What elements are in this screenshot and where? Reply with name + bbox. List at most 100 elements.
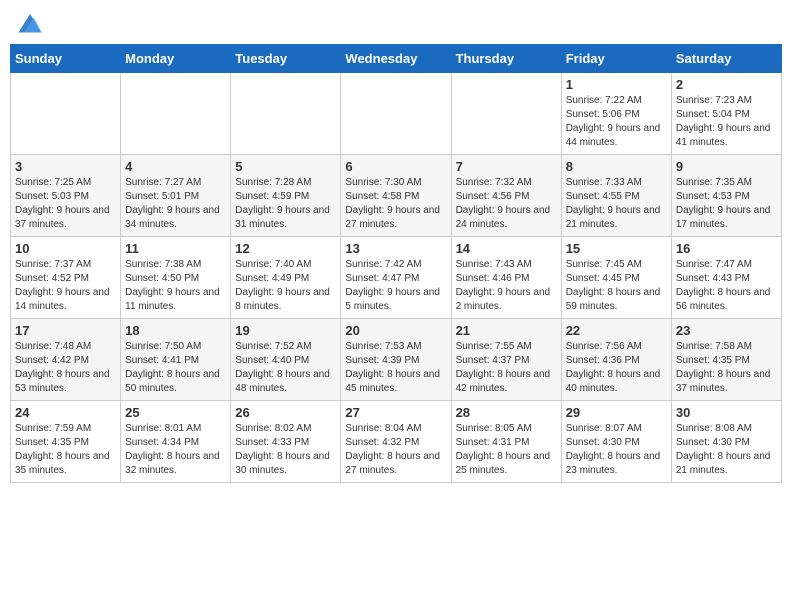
day-info: Sunrise: 8:07 AM Sunset: 4:30 PM Dayligh… — [566, 422, 667, 478]
calendar-cell: 21 Sunrise: 7:55 AM Sunset: 4:37 PM Dayli… — [451, 319, 561, 401]
calendar-header-thursday: Thursday — [451, 45, 561, 73]
day-info: Sunrise: 7:23 AM Sunset: 5:04 PM Dayligh… — [676, 94, 777, 150]
day-info: Sunrise: 7:48 AM Sunset: 4:42 PM Dayligh… — [15, 340, 116, 396]
calendar-cell: 29 Sunrise: 8:07 AM Sunset: 4:30 PM Dayli… — [561, 401, 671, 483]
calendar-cell: 28 Sunrise: 8:05 AM Sunset: 4:31 PM Dayli… — [451, 401, 561, 483]
day-info: Sunrise: 7:52 AM Sunset: 4:40 PM Dayligh… — [235, 340, 336, 396]
day-number: 29 — [566, 405, 667, 420]
calendar-week-4: 17 Sunrise: 7:48 AM Sunset: 4:42 PM Dayli… — [11, 319, 782, 401]
calendar-cell — [231, 73, 341, 155]
day-info: Sunrise: 7:59 AM Sunset: 4:35 PM Dayligh… — [15, 422, 116, 478]
day-number: 18 — [125, 323, 226, 338]
calendar-cell: 2 Sunrise: 7:23 AM Sunset: 5:04 PM Daylig… — [671, 73, 781, 155]
calendar-week-5: 24 Sunrise: 7:59 AM Sunset: 4:35 PM Dayli… — [11, 401, 782, 483]
day-number: 15 — [566, 241, 667, 256]
calendar-cell: 13 Sunrise: 7:42 AM Sunset: 4:47 PM Dayli… — [341, 237, 451, 319]
calendar-header-wednesday: Wednesday — [341, 45, 451, 73]
calendar-cell: 20 Sunrise: 7:53 AM Sunset: 4:39 PM Dayli… — [341, 319, 451, 401]
calendar-cell: 4Sunrise: 7:27 AM Sunset: 5:01 PM Daylig… — [121, 155, 231, 237]
day-info: Sunrise: 7:47 AM Sunset: 4:43 PM Dayligh… — [676, 258, 777, 314]
calendar-cell: 10 Sunrise: 7:37 AM Sunset: 4:52 PM Dayli… — [11, 237, 121, 319]
calendar-header-saturday: Saturday — [671, 45, 781, 73]
day-number: 25 — [125, 405, 226, 420]
day-number: 24 — [15, 405, 116, 420]
day-number: 11 — [125, 241, 226, 256]
day-number: 6 — [345, 159, 446, 174]
day-number: 3 — [15, 159, 116, 174]
day-number: 7 — [456, 159, 557, 174]
calendar-header-monday: Monday — [121, 45, 231, 73]
day-info: Sunrise: 8:04 AM Sunset: 4:32 PM Dayligh… — [345, 422, 446, 478]
calendar-cell: 14Sunrise: 7:43 AM Sunset: 4:46 PM Dayli… — [451, 237, 561, 319]
calendar-cell: 1 Sunrise: 7:22 AM Sunset: 5:06 PM Daylig… — [561, 73, 671, 155]
calendar-cell: 11Sunrise: 7:38 AM Sunset: 4:50 PM Dayli… — [121, 237, 231, 319]
calendar-cell: 15 Sunrise: 7:45 AM Sunset: 4:45 PM Dayli… — [561, 237, 671, 319]
day-number: 23 — [676, 323, 777, 338]
day-info: Sunrise: 7:42 AM Sunset: 4:47 PM Dayligh… — [345, 258, 446, 314]
day-info: Sunrise: 7:53 AM Sunset: 4:39 PM Dayligh… — [345, 340, 446, 396]
calendar-cell: 30 Sunrise: 8:08 AM Sunset: 4:30 PM Dayli… — [671, 401, 781, 483]
day-number: 16 — [676, 241, 777, 256]
logo — [18, 14, 44, 34]
calendar-week-2: 3 Sunrise: 7:25 AM Sunset: 5:03 PM Daylig… — [11, 155, 782, 237]
day-info: Sunrise: 7:40 AM Sunset: 4:49 PM Dayligh… — [235, 258, 336, 314]
calendar-cell: 18 Sunrise: 7:50 AM Sunset: 4:41 PM Dayli… — [121, 319, 231, 401]
day-number: 1 — [566, 77, 667, 92]
logo-icon — [18, 14, 42, 34]
calendar-cell: 22 Sunrise: 7:56 AM Sunset: 4:36 PM Dayli… — [561, 319, 671, 401]
day-number: 13 — [345, 241, 446, 256]
calendar-cell — [11, 73, 121, 155]
day-number: 8 — [566, 159, 667, 174]
day-info: Sunrise: 7:25 AM Sunset: 5:03 PM Dayligh… — [15, 176, 116, 232]
day-info: Sunrise: 8:01 AM Sunset: 4:34 PM Dayligh… — [125, 422, 226, 478]
page-header — [10, 10, 782, 38]
calendar-cell: 3 Sunrise: 7:25 AM Sunset: 5:03 PM Daylig… — [11, 155, 121, 237]
day-info: Sunrise: 7:45 AM Sunset: 4:45 PM Dayligh… — [566, 258, 667, 314]
calendar-table: SundayMondayTuesdayWednesdayThursdayFrid… — [10, 44, 782, 483]
day-info: Sunrise: 7:37 AM Sunset: 4:52 PM Dayligh… — [15, 258, 116, 314]
calendar-cell — [451, 73, 561, 155]
day-number: 10 — [15, 241, 116, 256]
day-info: Sunrise: 7:28 AM Sunset: 4:59 PM Dayligh… — [235, 176, 336, 232]
day-number: 28 — [456, 405, 557, 420]
calendar-cell: 16 Sunrise: 7:47 AM Sunset: 4:43 PM Dayli… — [671, 237, 781, 319]
day-number: 2 — [676, 77, 777, 92]
day-number: 26 — [235, 405, 336, 420]
calendar-cell: 25 Sunrise: 8:01 AM Sunset: 4:34 PM Dayli… — [121, 401, 231, 483]
day-info: Sunrise: 7:58 AM Sunset: 4:35 PM Dayligh… — [676, 340, 777, 396]
day-number: 19 — [235, 323, 336, 338]
day-number: 9 — [676, 159, 777, 174]
calendar-header-friday: Friday — [561, 45, 671, 73]
day-info: Sunrise: 7:55 AM Sunset: 4:37 PM Dayligh… — [456, 340, 557, 396]
day-info: Sunrise: 8:02 AM Sunset: 4:33 PM Dayligh… — [235, 422, 336, 478]
calendar-week-1: 1 Sunrise: 7:22 AM Sunset: 5:06 PM Daylig… — [11, 73, 782, 155]
calendar-cell: 23 Sunrise: 7:58 AM Sunset: 4:35 PM Dayli… — [671, 319, 781, 401]
day-number: 5 — [235, 159, 336, 174]
calendar-header-tuesday: Tuesday — [231, 45, 341, 73]
calendar-cell: 7Sunrise: 7:32 AM Sunset: 4:56 PM Daylig… — [451, 155, 561, 237]
day-info: Sunrise: 7:50 AM Sunset: 4:41 PM Dayligh… — [125, 340, 226, 396]
day-info: Sunrise: 7:22 AM Sunset: 5:06 PM Dayligh… — [566, 94, 667, 150]
day-info: Sunrise: 7:35 AM Sunset: 4:53 PM Dayligh… — [676, 176, 777, 232]
day-number: 21 — [456, 323, 557, 338]
day-info: Sunrise: 8:05 AM Sunset: 4:31 PM Dayligh… — [456, 422, 557, 478]
calendar-cell: 17 Sunrise: 7:48 AM Sunset: 4:42 PM Dayli… — [11, 319, 121, 401]
day-info: Sunrise: 8:08 AM Sunset: 4:30 PM Dayligh… — [676, 422, 777, 478]
day-number: 17 — [15, 323, 116, 338]
day-info: Sunrise: 7:33 AM Sunset: 4:55 PM Dayligh… — [566, 176, 667, 232]
day-info: Sunrise: 7:30 AM Sunset: 4:58 PM Dayligh… — [345, 176, 446, 232]
calendar-cell: 8 Sunrise: 7:33 AM Sunset: 4:55 PM Daylig… — [561, 155, 671, 237]
day-number: 4 — [125, 159, 226, 174]
calendar-header-sunday: Sunday — [11, 45, 121, 73]
calendar-cell: 26 Sunrise: 8:02 AM Sunset: 4:33 PM Dayli… — [231, 401, 341, 483]
day-number: 20 — [345, 323, 446, 338]
day-number: 30 — [676, 405, 777, 420]
calendar-cell: 27Sunrise: 8:04 AM Sunset: 4:32 PM Dayli… — [341, 401, 451, 483]
calendar-body: 1 Sunrise: 7:22 AM Sunset: 5:06 PM Daylig… — [11, 73, 782, 483]
day-number: 22 — [566, 323, 667, 338]
day-info: Sunrise: 7:56 AM Sunset: 4:36 PM Dayligh… — [566, 340, 667, 396]
calendar-cell: 5 Sunrise: 7:28 AM Sunset: 4:59 PM Daylig… — [231, 155, 341, 237]
calendar-cell — [121, 73, 231, 155]
calendar-header-row: SundayMondayTuesdayWednesdayThursdayFrid… — [11, 45, 782, 73]
calendar-cell: 12Sunrise: 7:40 AM Sunset: 4:49 PM Dayli… — [231, 237, 341, 319]
